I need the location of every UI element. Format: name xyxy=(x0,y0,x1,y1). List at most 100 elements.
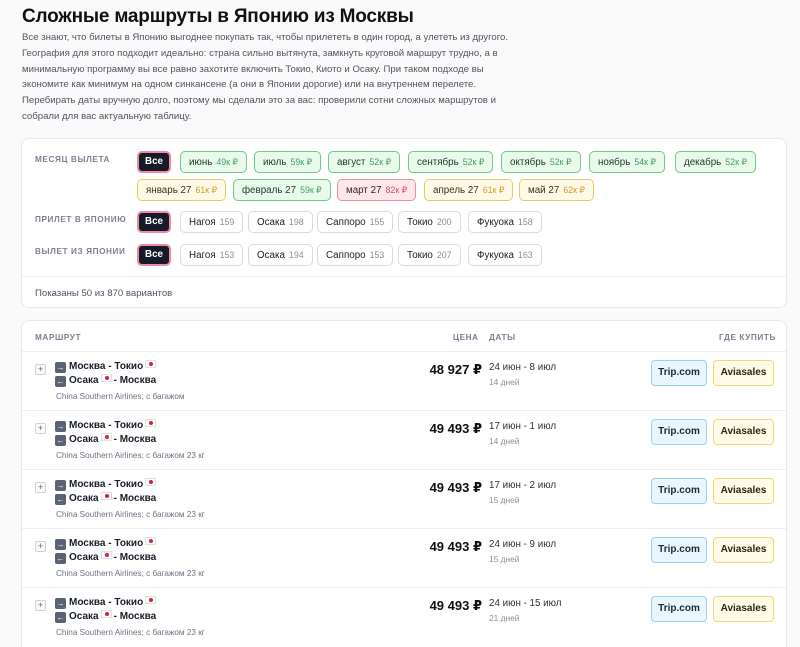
month-chip[interactable]: июль 59к ₽ xyxy=(254,151,322,173)
japan-flag-icon xyxy=(100,492,112,500)
month-chip[interactable]: февраль 27 59к ₽ xyxy=(233,179,331,201)
outbound-leg: → Москва - Токио xyxy=(55,596,158,609)
trip-com-button[interactable]: Trip.com xyxy=(651,360,707,386)
airline-info: China Southern Airlines; с багажом 23 кг xyxy=(56,628,205,637)
arrow-right-icon: → xyxy=(55,598,66,609)
expand-row-button[interactable]: + xyxy=(35,600,46,611)
table-row: + → Москва - Токио ← Осака - Москва China S… xyxy=(22,351,786,410)
arrow-left-icon: ← xyxy=(55,612,66,623)
departure-city-chip[interactable]: Осака 194 xyxy=(248,244,313,266)
outbound-leg: → Москва - Токио xyxy=(55,537,158,550)
return-leg: ← Осака - Москва xyxy=(55,374,157,387)
japan-flag-icon xyxy=(145,360,157,368)
table-row: + → Москва - Токио ← Осака - Москва China S… xyxy=(22,410,786,469)
return-leg: ← Осака - Москва xyxy=(55,492,157,505)
arrow-right-icon: → xyxy=(55,480,66,491)
arrow-left-icon: ← xyxy=(55,376,66,387)
airline-info: China Southern Airlines; с багажом xyxy=(56,392,185,401)
return-leg: ← Осака - Москва xyxy=(55,433,157,446)
aviasales-button[interactable]: Aviasales xyxy=(713,360,774,386)
month-chip[interactable]: август 52к ₽ xyxy=(328,151,401,173)
departure-city-chip[interactable]: Саппоро 153 xyxy=(317,244,394,266)
trip-com-button[interactable]: Trip.com xyxy=(651,596,707,622)
japan-flag-icon xyxy=(145,478,157,486)
buy-column-header: ГДЕ КУПИТЬ xyxy=(719,333,776,342)
dates: 24 июн - 8 июл xyxy=(489,362,557,373)
table-row: + → Москва - Токио ← Осака - Москва China S… xyxy=(22,587,786,646)
dates: 17 июн - 2 июл xyxy=(489,480,557,491)
arrow-left-icon: ← xyxy=(55,494,66,505)
expand-row-button[interactable]: + xyxy=(35,423,46,434)
dates: 17 июн - 1 июл xyxy=(489,421,557,432)
arrival-filter-label: ПРИЛЕТ В ЯПОНИЮ xyxy=(35,215,127,224)
airline-info: China Southern Airlines; с багажом 23 кг xyxy=(56,569,205,578)
month-chip[interactable]: сентябрь 52к ₽ xyxy=(408,151,494,173)
month-chip[interactable]: май 27 62к ₽ xyxy=(519,179,594,201)
arrow-left-icon: ← xyxy=(55,435,66,446)
results-count: Показаны 50 из 870 вариантов xyxy=(35,288,173,299)
table-row: + → Москва - Токио ← Осака - Москва China S… xyxy=(22,469,786,528)
month-chip[interactable]: декабрь 52к ₽ xyxy=(675,151,756,173)
price: 48 927 ₽ xyxy=(429,362,482,377)
dates: 24 июн - 15 июл xyxy=(489,598,562,609)
outbound-leg: → Москва - Токио xyxy=(55,419,158,432)
divider xyxy=(22,276,786,277)
aviasales-button[interactable]: Aviasales xyxy=(713,419,774,445)
filters-panel: МЕСЯЦ ВЫЛЕТА Все июнь 49к ₽ июль 59к ₽ авг… xyxy=(21,138,787,308)
dates-column-header: ДАТЫ xyxy=(489,333,516,342)
month-chip[interactable]: март 27 82к ₽ xyxy=(337,179,417,201)
price: 49 493 ₽ xyxy=(429,539,482,554)
price-column-header: ЦЕНА xyxy=(453,333,479,342)
month-filter-label: МЕСЯЦ ВЫЛЕТА xyxy=(35,155,111,164)
departure-all-chip[interactable]: Все xyxy=(137,244,171,266)
month-chip[interactable]: апрель 27 61к ₽ xyxy=(424,179,514,201)
japan-flag-icon xyxy=(100,433,112,441)
outbound-leg: → Москва - Токио xyxy=(55,360,158,373)
intro-line: Перебирать даты вручную долго, поэтому м… xyxy=(22,95,496,107)
return-leg: ← Осака - Москва xyxy=(55,551,157,564)
intro-line: Все знают, что билеты в Японию выгоднее … xyxy=(22,32,509,43)
month-chip[interactable]: январь 27 61к ₽ xyxy=(137,179,227,201)
duration: 15 дней xyxy=(489,495,520,505)
trip-com-button[interactable]: Trip.com xyxy=(651,419,707,445)
duration: 14 дней xyxy=(489,436,520,446)
arrival-city-chip[interactable]: Фукуока 158 xyxy=(468,211,542,233)
month-chip[interactable]: октябрь 52к ₽ xyxy=(501,151,581,173)
table-row: + → Москва - Токио ← Осака - Москва China S… xyxy=(22,528,786,587)
duration: 14 дней xyxy=(489,377,520,387)
intro-line: собрали для вас актуальную таблицу. xyxy=(22,110,192,122)
trip-com-button[interactable]: Trip.com xyxy=(651,537,707,563)
departure-city-chip[interactable]: Нагоя 153 xyxy=(180,244,244,266)
japan-flag-icon xyxy=(100,610,112,618)
aviasales-button[interactable]: Aviasales xyxy=(713,596,774,622)
departure-city-chip[interactable]: Фукуока 163 xyxy=(468,244,542,266)
expand-row-button[interactable]: + xyxy=(35,364,46,375)
routes-table: МАРШРУТ ЦЕНА ДАТЫ ГДЕ КУПИТЬ + → Москва -… xyxy=(21,320,787,647)
arrival-city-chip[interactable]: Токио 200 xyxy=(398,211,461,233)
month-all-chip[interactable]: Все xyxy=(137,151,171,173)
aviasales-button[interactable]: Aviasales xyxy=(713,478,774,504)
arrival-city-chip[interactable]: Саппоро 155 xyxy=(317,211,394,233)
page-title: Сложные маршруты в Японию из Москвы xyxy=(22,6,414,27)
aviasales-button[interactable]: Aviasales xyxy=(713,537,774,563)
arrival-all-chip[interactable]: Все xyxy=(137,211,171,233)
month-chip[interactable]: ноябрь 54к ₽ xyxy=(589,151,666,173)
duration: 21 дней xyxy=(489,613,520,623)
arrow-left-icon: ← xyxy=(55,553,66,564)
airline-info: China Southern Airlines; с багажом 23 кг xyxy=(56,451,205,460)
arrow-right-icon: → xyxy=(55,362,66,373)
arrival-city-chip[interactable]: Нагоя 159 xyxy=(180,211,244,233)
japan-flag-icon xyxy=(100,551,112,559)
expand-row-button[interactable]: + xyxy=(35,541,46,552)
dates: 24 июн - 9 июл xyxy=(489,539,557,550)
japan-flag-icon xyxy=(100,374,112,382)
departure-city-chip[interactable]: Токио 207 xyxy=(398,244,461,266)
month-chip[interactable]: июнь 49к ₽ xyxy=(180,151,248,173)
trip-com-button[interactable]: Trip.com xyxy=(651,478,707,504)
expand-row-button[interactable]: + xyxy=(35,482,46,493)
japan-flag-icon xyxy=(145,419,157,427)
intro-text: Все знают, что билеты в Японию выгоднее … xyxy=(22,30,542,125)
intro-line: минимальную программу вы все равно захот… xyxy=(22,63,484,75)
return-leg: ← Осака - Москва xyxy=(55,610,157,623)
arrival-city-chip[interactable]: Осака 198 xyxy=(248,211,313,233)
